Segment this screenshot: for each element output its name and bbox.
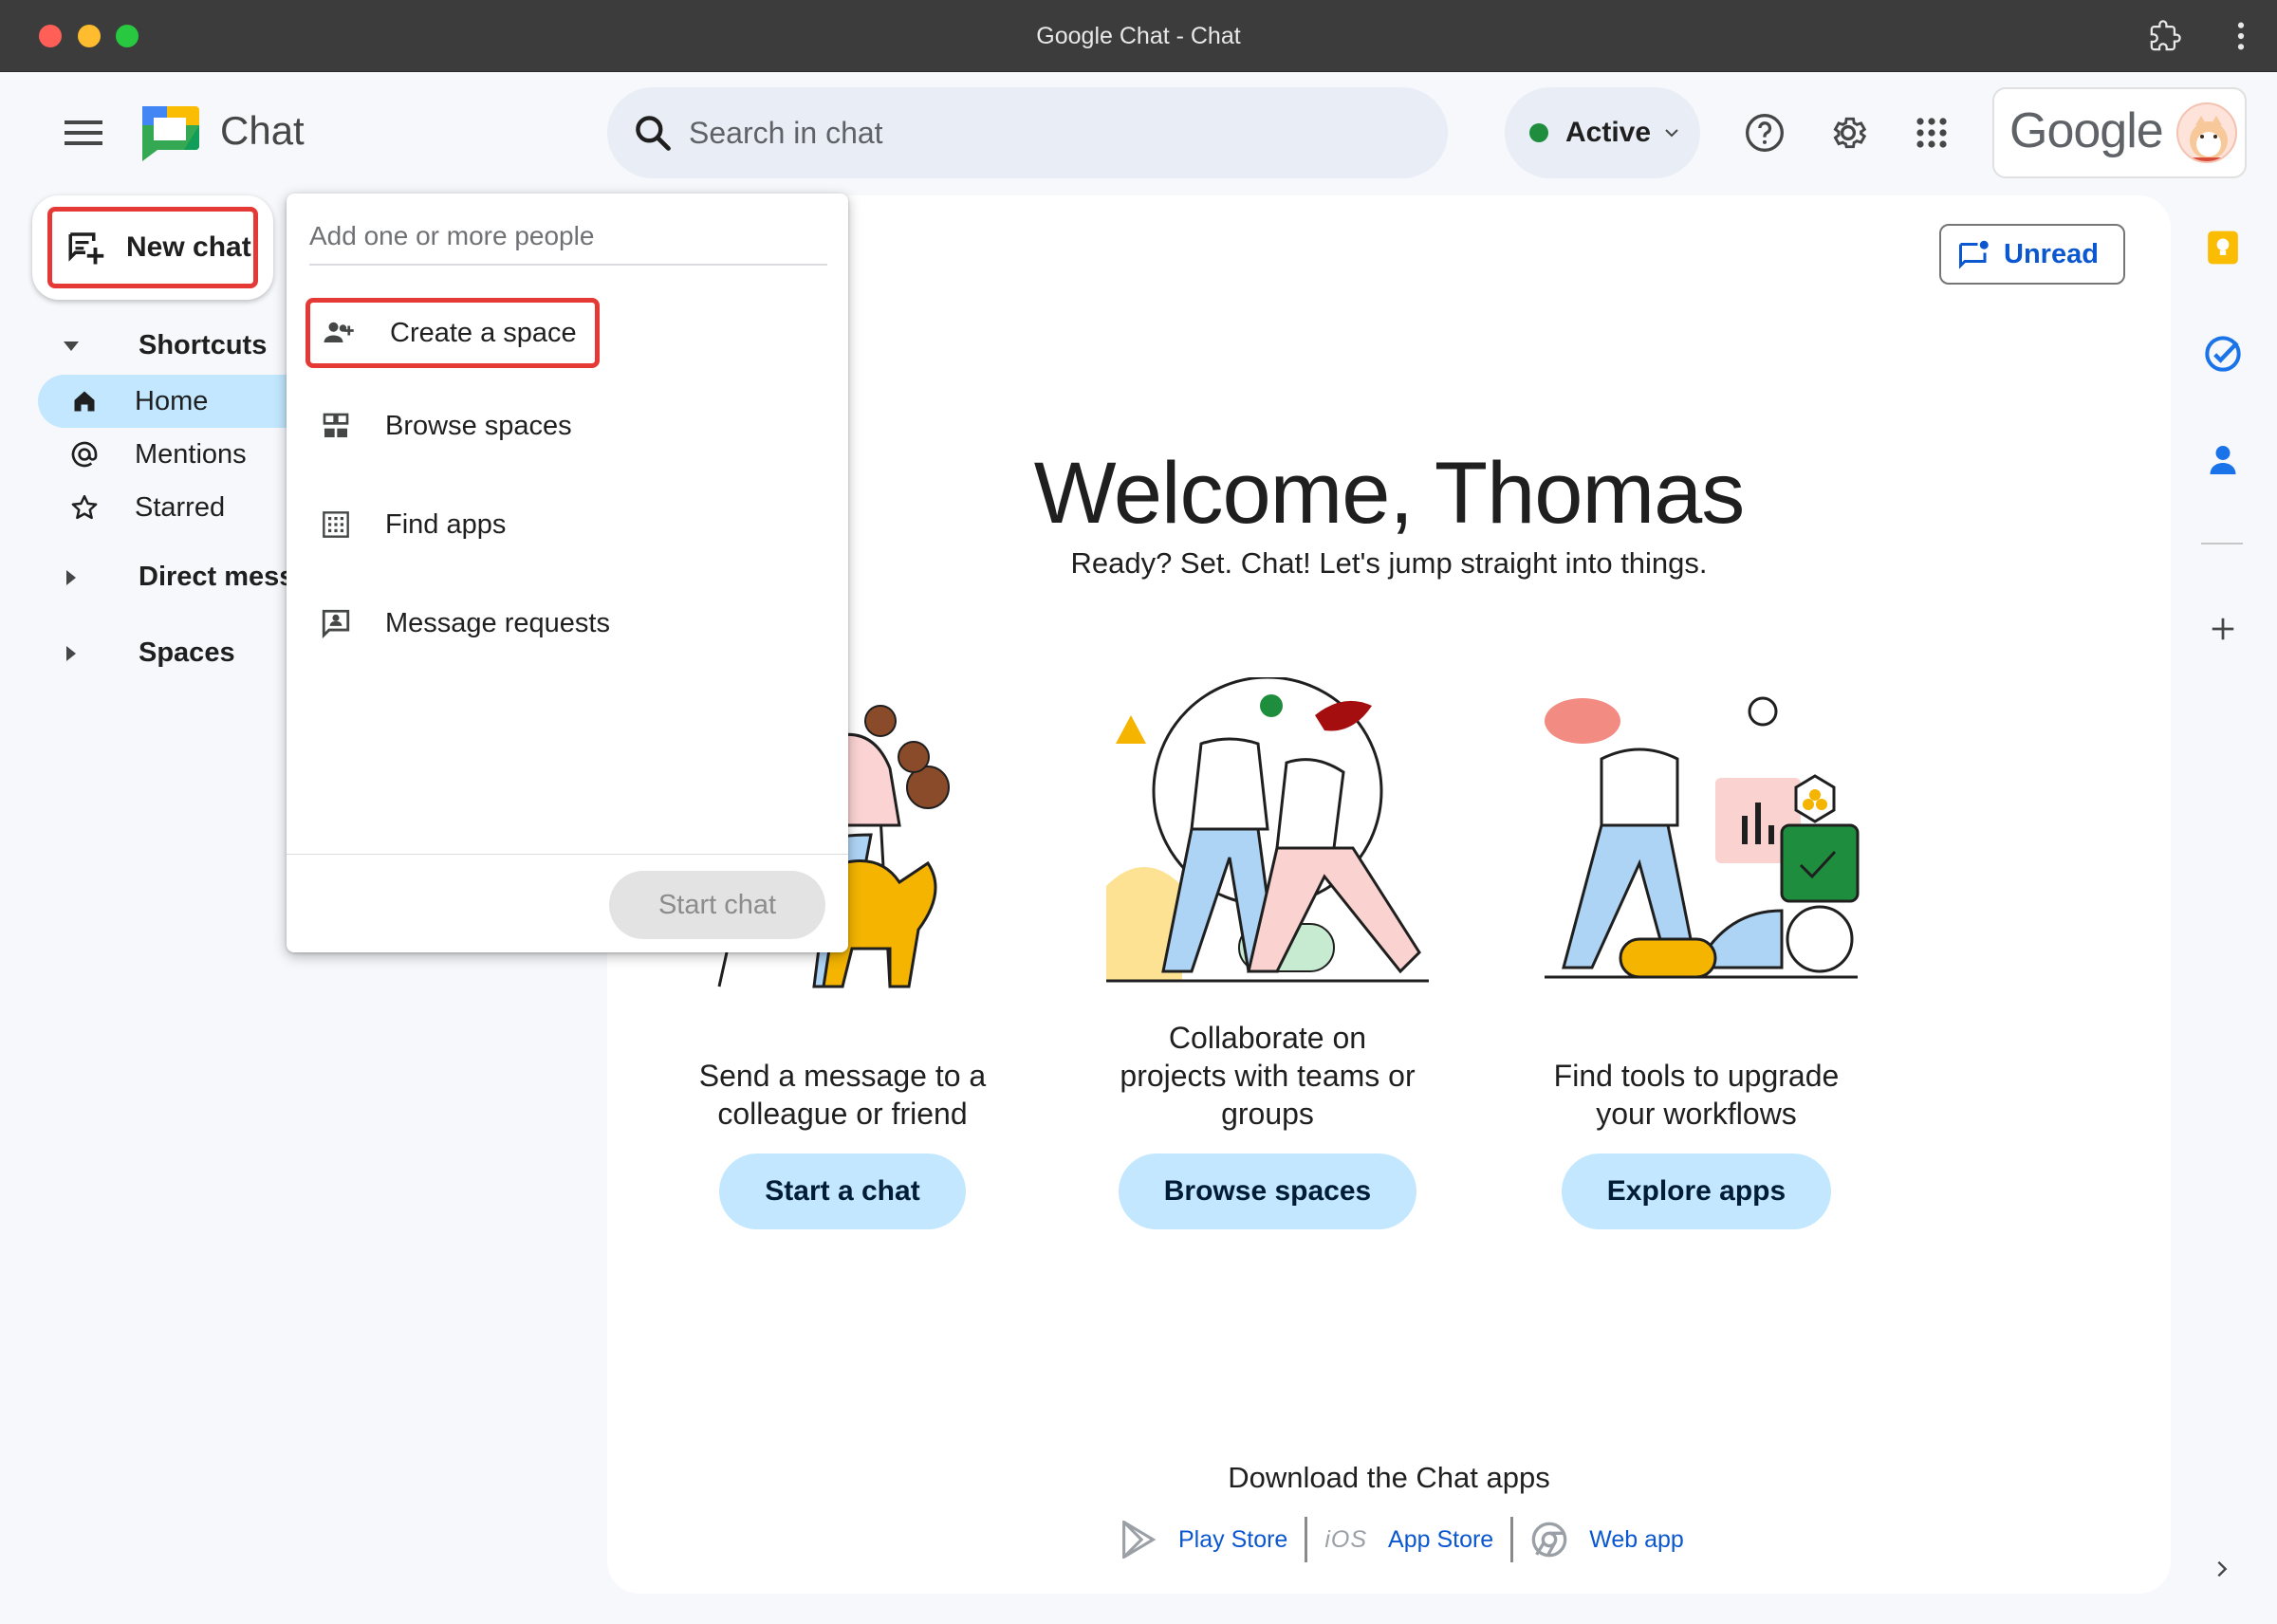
search-bar[interactable] (607, 87, 1448, 178)
card-text-line: Send a message to a (698, 1059, 987, 1093)
download-links-row: Play Store iOS App Store Web app (1120, 1516, 1684, 1563)
gear-icon (1833, 117, 1867, 149)
at-sign-icon (68, 438, 101, 471)
google-apps-button[interactable] (1903, 104, 1960, 161)
play-store-icon (1120, 1521, 1157, 1559)
account-switcher[interactable]: Google (1992, 87, 2247, 178)
add-people-input[interactable] (309, 209, 827, 266)
divider (1510, 1517, 1514, 1562)
chrome-icon (1530, 1521, 1568, 1559)
settings-button[interactable] (1820, 104, 1877, 161)
sidebar-item-label: Starred (135, 491, 226, 523)
web-app-link[interactable]: Web app (1589, 1526, 1684, 1554)
extension-icon[interactable] (2146, 17, 2184, 55)
card-find-tools: Find tools to upgrade your workflows Exp… (1497, 683, 1896, 1229)
app-header: Chat Active Google (0, 72, 2277, 195)
illustration-upgrade-workflows (1526, 683, 1867, 996)
caret-right-icon (57, 563, 85, 592)
apps-grid-icon (317, 506, 355, 544)
direct-messages-label: Direct mess (139, 562, 295, 592)
search-input[interactable] (689, 87, 1410, 178)
status-selector[interactable]: Active (1505, 87, 1700, 178)
window-title: Google Chat - Chat (1036, 23, 1241, 49)
divider (1305, 1517, 1308, 1562)
apps-grid-icon (1916, 118, 1947, 148)
chevron-right-icon[interactable] (2201, 1548, 2243, 1590)
menu-item-label: Find apps (385, 508, 507, 540)
divider (2201, 543, 2243, 544)
google-wordmark: Google (2009, 103, 2164, 158)
shortcuts-label: Shortcuts (139, 330, 268, 360)
keep-icon[interactable] (2199, 224, 2247, 271)
app-name: Chat (220, 108, 305, 153)
new-chat-card: New chat (32, 195, 273, 300)
new-chat-button[interactable]: New chat (47, 207, 258, 288)
status-label: Active (1565, 117, 1652, 148)
star-icon (68, 491, 101, 524)
find-apps-menu-item[interactable]: Find apps (300, 489, 833, 560)
window-titlebar: Google Chat - Chat (0, 0, 2277, 72)
card-collaborate: Collaborate on projects with teams or gr… (1068, 675, 1467, 1229)
search-icon[interactable] (632, 112, 674, 154)
avatar[interactable] (2176, 102, 2237, 163)
card-text-line: groups (1221, 1097, 1314, 1131)
unread-chat-icon (1959, 240, 1989, 269)
card-text-line: projects with teams or (1120, 1059, 1416, 1093)
caret-down-icon (57, 332, 85, 360)
new-chat-icon (68, 232, 104, 265)
divider (287, 854, 848, 855)
contacts-icon[interactable] (2199, 436, 2247, 484)
card-text-line: Find tools to upgrade (1553, 1059, 1840, 1093)
card-text-line: Collaborate on (1168, 1021, 1367, 1055)
app-store-link[interactable]: App Store (1388, 1526, 1493, 1554)
main-menu-button[interactable] (53, 102, 114, 163)
direct-messages-section-toggle[interactable]: Direct mess (57, 562, 294, 593)
browse-spaces-button[interactable]: Browse spaces (1118, 1153, 1417, 1229)
ios-icon: iOS (1324, 1525, 1368, 1553)
more-vert-icon[interactable] (2222, 17, 2260, 55)
help-icon (1746, 114, 1784, 152)
status-dot-icon (1529, 123, 1548, 142)
chat-logo-icon[interactable] (139, 101, 201, 163)
hamburger-icon (65, 120, 102, 145)
menu-item-label: Create a space (390, 317, 577, 348)
help-button[interactable] (1736, 104, 1793, 161)
card-text-line: colleague or friend (717, 1097, 968, 1131)
unread-label: Unread (2004, 238, 2099, 269)
browse-grid-icon (317, 407, 355, 445)
add-icon[interactable] (2199, 605, 2247, 653)
shortcuts-section-toggle[interactable]: Shortcuts (57, 330, 267, 361)
spaces-section-toggle[interactable]: Spaces (57, 637, 235, 669)
group-add-icon (322, 314, 360, 352)
browse-spaces-menu-item[interactable]: Browse spaces (300, 391, 833, 461)
new-chat-dropdown: Create a space Browse spaces Find apps M… (287, 194, 848, 952)
spaces-label: Spaces (139, 637, 235, 668)
home-icon (68, 385, 101, 417)
message-requests-menu-item[interactable]: Message requests (300, 588, 833, 658)
illustration-team-collaboration (1097, 675, 1438, 990)
new-chat-label: New chat (126, 231, 251, 263)
message-person-icon (317, 604, 355, 642)
unread-button[interactable]: Unread (1939, 224, 2125, 285)
menu-item-label: Message requests (385, 607, 610, 638)
play-store-link[interactable]: Play Store (1178, 1526, 1287, 1554)
start-a-chat-button[interactable]: Start a chat (719, 1153, 966, 1229)
download-apps-title: Download the Chat apps (1228, 1461, 1550, 1494)
create-space-menu-item[interactable]: Create a space (305, 298, 600, 368)
card-text-line: your workflows (1596, 1097, 1797, 1131)
tasks-icon[interactable] (2199, 330, 2247, 378)
sidebar-item-label: Home (135, 385, 209, 416)
start-chat-button[interactable]: Start chat (609, 871, 825, 939)
menu-item-label: Browse spaces (385, 410, 572, 441)
sidebar-item-label: Mentions (135, 438, 247, 470)
explore-apps-button[interactable]: Explore apps (1561, 1153, 1832, 1229)
caret-right-icon (57, 639, 85, 668)
chevron-down-icon (1665, 129, 1678, 138)
